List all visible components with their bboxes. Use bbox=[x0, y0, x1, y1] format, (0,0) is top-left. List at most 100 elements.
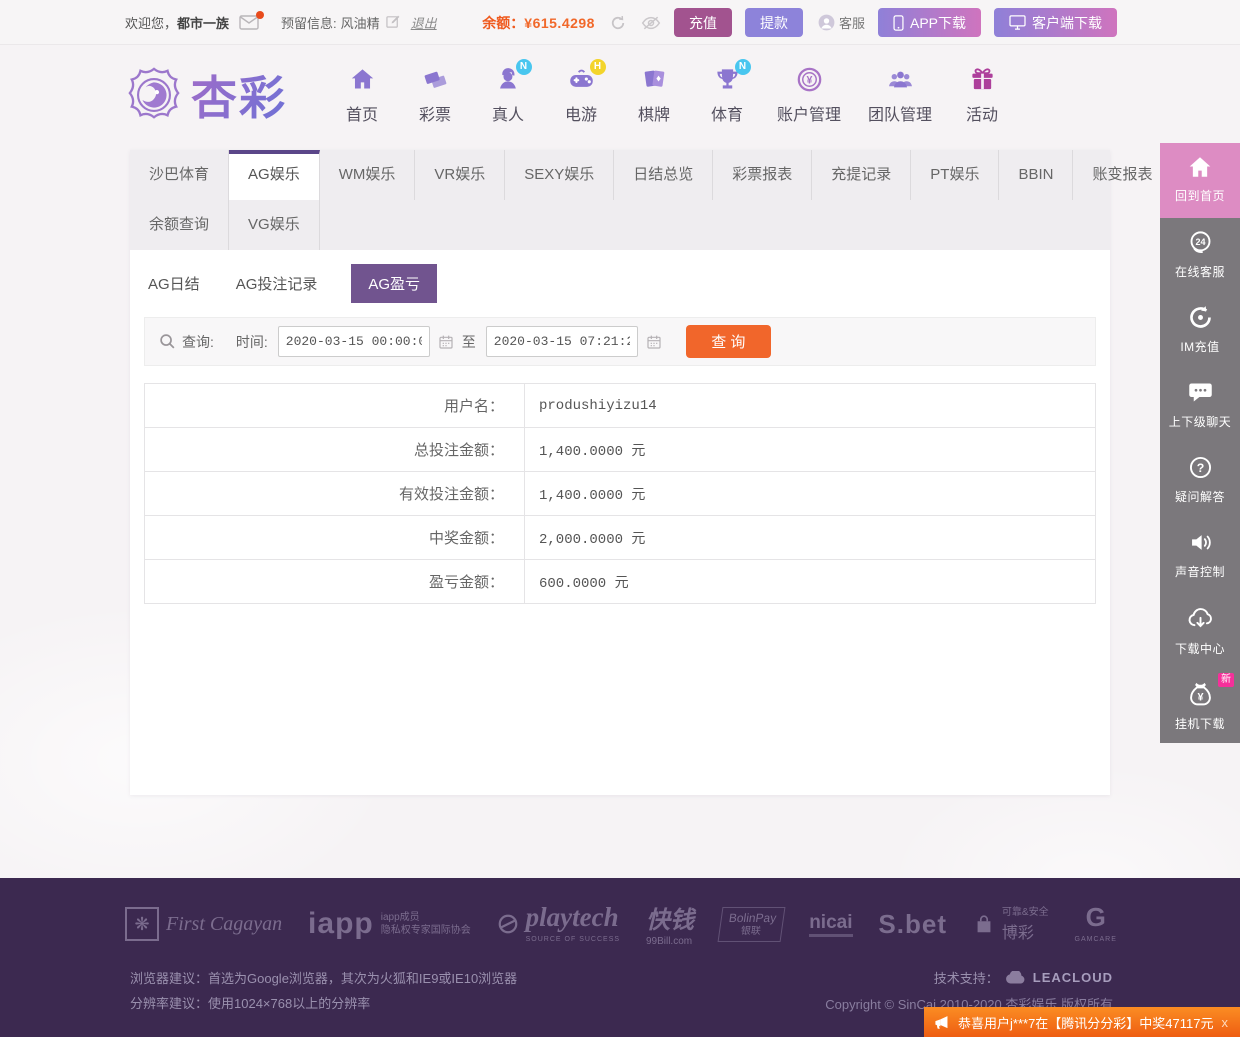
tab-item[interactable]: 充提记录 bbox=[812, 150, 912, 200]
sidebar-item-download-center[interactable]: 下载中心 bbox=[1160, 593, 1240, 668]
tab-item[interactable]: 余额查询 bbox=[130, 200, 230, 250]
calendar-icon[interactable] bbox=[438, 334, 454, 350]
mail-icon[interactable] bbox=[239, 11, 265, 30]
tab-item[interactable]: VR娱乐 bbox=[415, 150, 506, 200]
calendar-icon[interactable] bbox=[646, 334, 662, 350]
header: 杏彩 首页 彩票 N 真人 H 电游 棋牌 N 体育 ¥ 账户管理 团队管理 活… bbox=[125, 45, 1117, 145]
chat-bubble-icon bbox=[1187, 379, 1214, 409]
megaphone-icon bbox=[935, 1015, 948, 1029]
im-recharge-icon bbox=[1187, 304, 1214, 334]
logo-nicai: nicai bbox=[809, 912, 853, 937]
to-label: 至 bbox=[461, 333, 476, 350]
sidebar-item-online-service[interactable]: 24 在线客服 bbox=[1160, 218, 1240, 293]
sidebar-item-sound[interactable]: 声音控制 bbox=[1160, 518, 1240, 593]
home-icon bbox=[349, 66, 376, 96]
main-panel: 沙巴体育 AG娱乐 WM娱乐 VR娱乐 SEXY娱乐 日结总览 彩票报表 充提记… bbox=[130, 150, 1240, 795]
svg-text:¥: ¥ bbox=[806, 74, 812, 86]
sidebar-item-hangup-download[interactable]: 新 ¥ 挂机下载 bbox=[1160, 668, 1240, 743]
subtab-ag-daily[interactable]: AG日结 bbox=[146, 264, 202, 303]
logo-iapp: iapp iapp成员 隐私权专家国际协会 bbox=[308, 907, 471, 940]
table-row: 用户名： produshiyizu14 bbox=[145, 384, 1095, 428]
tab-item-active[interactable]: AG娱乐 bbox=[229, 150, 320, 200]
site-logo[interactable]: 杏彩 bbox=[125, 62, 287, 128]
browser-tip: 浏览器建议：首选为Google浏览器，其次为火狐和IE9或IE10浏览器 bbox=[130, 971, 518, 986]
sidebar-item-faq[interactable]: ? 疑问解答 bbox=[1160, 443, 1240, 518]
badge-n: N bbox=[734, 58, 751, 75]
top-bar: 欢迎您，都市一族 预留信息: 风油精 退出 余额：¥615.4298 充值 提款 bbox=[0, 0, 1240, 45]
tab-item[interactable]: 彩票报表 bbox=[713, 150, 813, 200]
row-label: 总投注金额： bbox=[145, 428, 525, 471]
svg-text:24: 24 bbox=[1195, 237, 1205, 247]
logo-sbet: S.bet bbox=[878, 908, 947, 939]
home-icon bbox=[1187, 154, 1213, 184]
tab-item[interactable]: SEXY娱乐 bbox=[505, 150, 615, 200]
playtech-swirl-icon bbox=[498, 914, 517, 934]
resolution-tip: 分辨率建议：使用1024×768以上的分辨率 bbox=[130, 996, 371, 1011]
tab-item[interactable]: VG娱乐 bbox=[229, 200, 320, 250]
query-bar: 查询: 时间: 至 查 询 bbox=[144, 317, 1096, 366]
row-label: 盈亏金额： bbox=[145, 560, 525, 603]
subtab-ag-bets[interactable]: AG投注记录 bbox=[234, 264, 320, 303]
service-24-icon: 24 bbox=[1187, 229, 1214, 259]
monitor-icon bbox=[1009, 15, 1026, 30]
footer-tips: 浏览器建议：首选为Google浏览器，其次为火狐和IE9或IE10浏览器 分辨率… bbox=[130, 966, 517, 1016]
tab-item[interactable]: PT娱乐 bbox=[911, 150, 1000, 200]
datetime-to-input[interactable] bbox=[485, 326, 638, 357]
subtab-ag-profit-active[interactable]: AG盈亏 bbox=[351, 264, 438, 303]
client-download-button[interactable]: 客户端下载 bbox=[994, 8, 1117, 37]
nav-item-lottery[interactable]: 彩票 bbox=[412, 66, 458, 125]
badge-h: H bbox=[589, 58, 606, 75]
nav-item-chess[interactable]: 棋牌 bbox=[631, 66, 677, 125]
bag-icon bbox=[977, 915, 991, 933]
withdraw-button[interactable]: 提款 bbox=[744, 8, 803, 37]
logo-playtech: playtech SOURCE OF SUCCESS bbox=[497, 902, 620, 946]
tab-item[interactable]: BBIN bbox=[999, 150, 1074, 200]
hide-balance-icon[interactable] bbox=[641, 15, 661, 31]
nav-item-home[interactable]: 首页 bbox=[339, 66, 385, 125]
svg-text:¥: ¥ bbox=[1197, 692, 1203, 704]
money-bag-icon: ¥ bbox=[1186, 679, 1215, 709]
gamepad-icon: H bbox=[567, 58, 606, 96]
customer-service-label: 客服 bbox=[838, 16, 865, 31]
row-value: 1,400.0000 元 bbox=[539, 443, 646, 460]
app-download-button[interactable]: APP下载 bbox=[877, 8, 981, 37]
live-dealer-icon: N bbox=[495, 58, 532, 96]
logo-gamcare: G GAMCARE bbox=[1074, 902, 1117, 943]
logo-text: 杏彩 bbox=[191, 62, 287, 128]
report-tab-bar: 沙巴体育 AG娱乐 WM娱乐 VR娱乐 SEXY娱乐 日结总览 彩票报表 充提记… bbox=[130, 150, 1240, 250]
customer-service-link[interactable]: 客服 bbox=[817, 13, 865, 32]
time-label: 时间: bbox=[235, 333, 268, 350]
nav-item-egames[interactable]: H 电游 bbox=[558, 58, 606, 125]
sidebar-item-chat[interactable]: 上下级聊天 bbox=[1160, 368, 1240, 443]
logout-link[interactable]: 退出 bbox=[411, 13, 437, 32]
refresh-balance-icon[interactable] bbox=[609, 14, 627, 32]
edit-icon[interactable] bbox=[386, 14, 401, 32]
gift-icon bbox=[969, 66, 996, 96]
sidebar-item-im-recharge[interactable]: IM充值 bbox=[1160, 293, 1240, 368]
datetime-from-input[interactable] bbox=[277, 326, 430, 357]
tab-item[interactable]: 账变报表 bbox=[1073, 150, 1173, 200]
row-value: 2,000.0000 元 bbox=[539, 531, 646, 548]
nav-item-account[interactable]: ¥ 账户管理 bbox=[777, 66, 841, 125]
logo-safe-betting: 可靠&安全 博彩 bbox=[973, 906, 1049, 943]
tab-item[interactable]: WM娱乐 bbox=[320, 150, 416, 200]
win-notification-bar: 恭喜用户j***7在【腾讯分分彩】中奖47117元 x bbox=[924, 1007, 1240, 1037]
tech-support-label: 技术支持： bbox=[933, 971, 999, 986]
profit-report-table: 用户名： produshiyizu14 总投注金额： 1,400.0000 元 … bbox=[144, 383, 1096, 604]
sub-tab-bar: AG日结 AG投注记录 AG盈亏 bbox=[146, 264, 1096, 303]
nav-item-promotions[interactable]: 活动 bbox=[959, 66, 1005, 125]
tab-item[interactable]: 沙巴体育 bbox=[130, 150, 230, 200]
tab-item[interactable]: 日结总览 bbox=[614, 150, 714, 200]
search-icon bbox=[159, 333, 176, 350]
nav-item-sports[interactable]: N 体育 bbox=[704, 58, 751, 125]
query-submit-button[interactable]: 查 询 bbox=[685, 325, 771, 358]
logo-99bill: 快钱 99Bill.com bbox=[645, 907, 694, 947]
recharge-button[interactable]: 充值 bbox=[673, 8, 732, 37]
tech-support-name: LEACLOUD bbox=[1032, 970, 1113, 985]
nav-item-live-casino[interactable]: N 真人 bbox=[485, 58, 532, 125]
table-row: 总投注金额： 1,400.0000 元 bbox=[145, 428, 1095, 472]
username: 都市一族 bbox=[177, 16, 230, 31]
nav-item-team[interactable]: 团队管理 bbox=[868, 66, 932, 125]
close-icon[interactable]: x bbox=[1220, 1015, 1231, 1030]
sidebar-item-back-home[interactable]: 回到首页 bbox=[1160, 143, 1240, 218]
